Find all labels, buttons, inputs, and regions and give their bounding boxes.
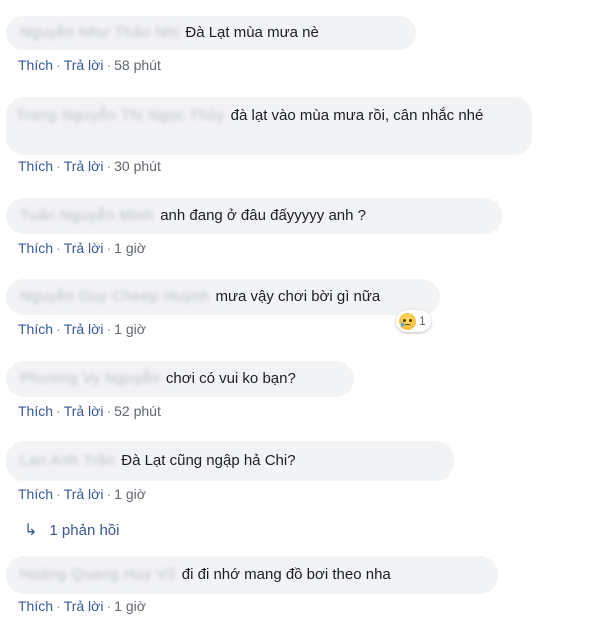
- comment-actions: Thích · Trả lời · 1 giờ: [18, 240, 146, 256]
- reaction-count: 1: [419, 314, 426, 328]
- comment-bubble: Nguyễn Duy Cheep Huỳnh mưa vậy chơi bời g…: [6, 279, 440, 315]
- comment-text: mưa vậy chơi bời gì nữa: [215, 288, 381, 305]
- comment-time[interactable]: 30 phút: [114, 158, 161, 174]
- sad-reaction-icon: [399, 312, 416, 330]
- separator: ·: [106, 240, 112, 256]
- separator: ·: [106, 598, 112, 614]
- comment-bubble: Nguyễn Như Thảo Nhi Đà Lạt mùa mưa nè: [6, 16, 416, 50]
- comment-time[interactable]: 52 phút: [114, 403, 161, 419]
- comment-actions: Thích · Trả lời · 30 phút: [18, 158, 161, 174]
- like-link[interactable]: Thích: [18, 240, 53, 256]
- reply-link[interactable]: Trả lời: [64, 57, 104, 73]
- comment-bubble: Tuấn Nguyễn Minh anh đang ở đâu đấyyyyy a…: [6, 198, 502, 234]
- commenter-name[interactable]: Tuấn Nguyễn Minh: [20, 198, 154, 234]
- comment-time[interactable]: 1 giờ: [114, 598, 146, 614]
- comment-actions: Thích · Trả lời · 1 giờ: [18, 321, 146, 337]
- reaction-badge[interactable]: 1: [396, 310, 431, 332]
- comment-text: Đà Lạt cũng ngập hả Chi?: [121, 452, 296, 469]
- view-replies-link[interactable]: ↳ 1 phản hồi: [24, 520, 119, 540]
- like-link[interactable]: Thích: [18, 403, 53, 419]
- reply-link[interactable]: Trả lời: [64, 240, 104, 256]
- like-link[interactable]: Thích: [18, 158, 53, 174]
- commenter-name[interactable]: Nguyễn Duy Cheep Huỳnh: [20, 279, 209, 315]
- comment-bubble: Lan Anh Trần Đà Lạt cũng ngập hả Chi?: [6, 441, 454, 481]
- separator: ·: [106, 403, 112, 419]
- comment-bubble: Phương Vy Nguyễn chơi có vui ko bạn?: [6, 361, 354, 397]
- comment-actions: Thích · Trả lời · 1 giờ: [18, 486, 146, 502]
- reply-arrow-icon: ↳: [24, 522, 38, 539]
- comment-text: đà lạt vào mùa mưa rồi, cân nhắc nhé: [230, 107, 484, 124]
- comment-time[interactable]: 1 giờ: [114, 321, 146, 337]
- comment-time[interactable]: 1 giờ: [114, 486, 146, 502]
- comment-text: anh đang ở đâu đấyyyyy anh ?: [160, 207, 367, 224]
- separator: ·: [106, 57, 112, 73]
- separator: ·: [56, 240, 61, 256]
- like-link[interactable]: Thích: [18, 321, 53, 337]
- comment-text: Đà Lạt mùa mưa nè: [185, 24, 319, 41]
- commenter-name[interactable]: Nguyễn Như Thảo Nhi: [20, 16, 179, 50]
- commenter-name[interactable]: Lan Anh Trần: [20, 441, 115, 481]
- separator: ·: [106, 158, 112, 174]
- separator: ·: [56, 486, 61, 502]
- comment-text: chơi có vui ko bạn?: [165, 370, 296, 387]
- reply-link[interactable]: Trả lời: [64, 158, 104, 174]
- like-link[interactable]: Thích: [18, 57, 53, 73]
- separator: ·: [106, 321, 112, 337]
- reply-link[interactable]: Trả lời: [64, 403, 104, 419]
- separator: ·: [56, 158, 61, 174]
- separator: ·: [56, 403, 61, 419]
- separator: ·: [56, 57, 61, 73]
- comment-time[interactable]: 58 phút: [114, 57, 161, 73]
- comment-bubble: Trang Nguyễn Thị Ngọc Thủy đà lạt vào mùa…: [6, 97, 532, 155]
- comment-bubble: Hoàng Quang Huy Vũ đi đi nhớ mang đồ bơi …: [6, 556, 498, 594]
- comment-text: đi đi nhớ mang đồ bơi theo nha: [181, 566, 391, 583]
- comment-time[interactable]: 1 giờ: [114, 240, 146, 256]
- commenter-name[interactable]: Trang Nguyễn Thị Ngọc Thủy: [16, 106, 225, 126]
- commenter-name[interactable]: Phương Vy Nguyễn: [20, 361, 160, 397]
- replies-count: 1 phản hồi: [49, 521, 120, 539]
- reply-link[interactable]: Trả lời: [64, 486, 104, 502]
- reply-link[interactable]: Trả lời: [64, 598, 104, 614]
- separator: ·: [56, 321, 61, 337]
- comment-actions: Thích · Trả lời · 58 phút: [18, 57, 161, 73]
- commenter-name[interactable]: Hoàng Quang Huy Vũ: [20, 556, 176, 594]
- like-link[interactable]: Thích: [18, 598, 53, 614]
- like-link[interactable]: Thích: [18, 486, 53, 502]
- separator: ·: [56, 598, 61, 614]
- comment-actions: Thích · Trả lời · 1 giờ: [18, 598, 146, 614]
- comment-actions: Thích · Trả lời · 52 phút: [18, 403, 161, 419]
- reply-link[interactable]: Trả lời: [64, 321, 104, 337]
- separator: ·: [106, 486, 112, 502]
